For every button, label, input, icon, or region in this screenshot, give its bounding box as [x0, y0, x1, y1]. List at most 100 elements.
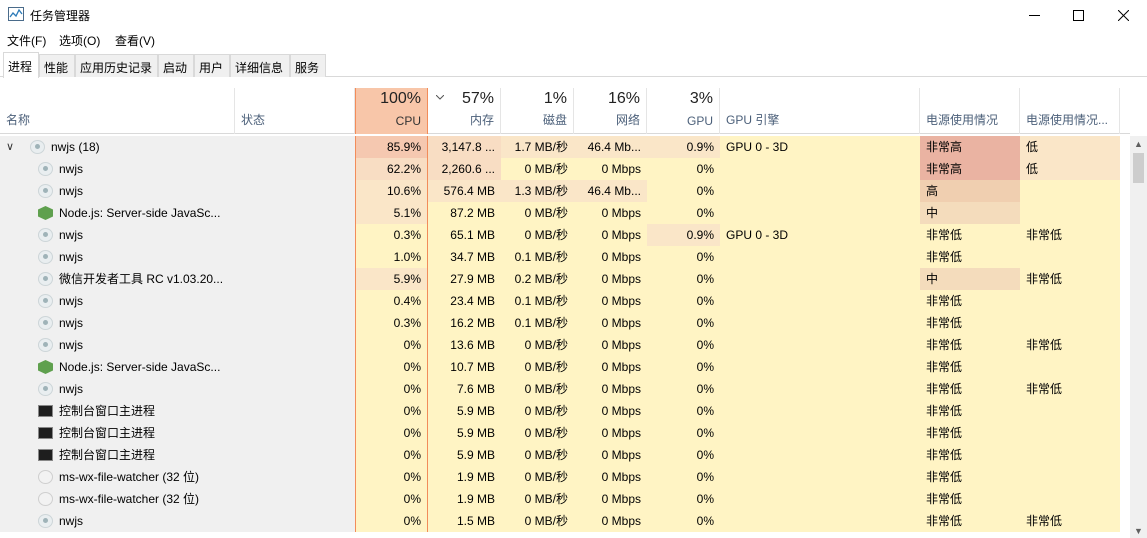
process-name-cell: nwjs	[0, 510, 235, 532]
scroll-up-arrow-icon[interactable]: ▲	[1134, 139, 1143, 149]
process-row[interactable]: Node.js: Server-side JavaSc... 5.1% 87.2 M…	[0, 202, 1130, 224]
tab-performance[interactable]: 性能	[39, 54, 75, 77]
nwjs-icon	[38, 162, 53, 176]
tab-services[interactable]: 服务	[290, 54, 326, 77]
process-row[interactable]: nwjs 0.3% 16.2 MB 0.1 MB/秒 0 Mbps 0% 非常低	[0, 312, 1130, 334]
process-row[interactable]: ∨ nwjs (18) 85.9% 3,147.8 ... 1.7 MB/秒 46.4 M…	[0, 136, 1130, 158]
process-row[interactable]: nwjs 0.3% 65.1 MB 0 MB/秒 0 Mbps 0.9% GPU 0 - 3…	[0, 224, 1130, 246]
header-gpu-engine[interactable]: GPU 引擎	[720, 88, 920, 134]
process-row[interactable]: 控制台窗口主进程 0% 5.9 MB 0 MB/秒 0 Mbps 0% 非常低	[0, 400, 1130, 422]
tab-users[interactable]: 用户	[194, 54, 230, 77]
process-name: nwjs	[59, 228, 84, 242]
process-power-trend	[1020, 180, 1120, 202]
header-network[interactable]: 16% 网络	[574, 88, 647, 134]
process-network: 0 Mbps	[574, 290, 647, 312]
vertical-scrollbar[interactable]: ▲ ▼	[1130, 136, 1147, 538]
process-gpu: 0%	[647, 378, 720, 400]
process-name-cell: nwjs	[0, 290, 235, 312]
process-gpu-engine	[720, 378, 920, 400]
process-name-cell: nwjs	[0, 246, 235, 268]
header-name[interactable]: 名称	[0, 88, 235, 134]
process-network: 0 Mbps	[574, 202, 647, 224]
process-power: 非常低	[920, 488, 1020, 510]
menu-options[interactable]: 选项(O)	[59, 32, 100, 49]
process-name-cell: 控制台窗口主进程	[0, 422, 235, 444]
process-memory: 23.4 MB	[428, 290, 501, 312]
process-row[interactable]: ms-wx-file-watcher (32 位) 0% 1.9 MB 0 MB/秒 0…	[0, 466, 1130, 488]
process-row[interactable]: 控制台窗口主进程 0% 5.9 MB 0 MB/秒 0 Mbps 0% 非常低	[0, 444, 1130, 466]
tab-details[interactable]: 详细信息	[230, 54, 290, 77]
process-cpu: 10.6%	[355, 180, 428, 202]
header-gpu[interactable]: 3% GPU	[647, 88, 720, 134]
process-name: nwjs	[59, 250, 84, 264]
header-power-trend[interactable]: 电源使用情况...	[1020, 88, 1120, 134]
process-disk: 1.3 MB/秒	[501, 180, 574, 202]
nwjs-icon	[38, 338, 53, 352]
maximize-button[interactable]	[1055, 0, 1101, 30]
process-disk: 0 MB/秒	[501, 202, 574, 224]
process-row[interactable]: 微信开发者工具 RC v1.03.20... 5.9% 27.9 MB 0.2 MB/…	[0, 268, 1130, 290]
process-network: 0 Mbps	[574, 510, 647, 532]
scroll-down-arrow-icon[interactable]: ▼	[1134, 526, 1143, 536]
process-status-cell	[235, 400, 355, 422]
process-memory: 576.4 MB	[428, 180, 501, 202]
process-gpu-engine	[720, 444, 920, 466]
process-name-cell: Node.js: Server-side JavaSc...	[0, 356, 235, 378]
menu-file[interactable]: 文件(F)	[7, 32, 46, 49]
process-network: 0 Mbps	[574, 444, 647, 466]
process-row[interactable]: nwjs 0% 13.6 MB 0 MB/秒 0 Mbps 0% 非常低 非常低	[0, 334, 1130, 356]
scroll-thumb[interactable]	[1133, 153, 1144, 183]
process-status-cell	[235, 224, 355, 246]
process-row[interactable]: nwjs 1.0% 34.7 MB 0.1 MB/秒 0 Mbps 0% 非常低	[0, 246, 1130, 268]
expand-chevron-icon[interactable]: ∨	[6, 136, 14, 158]
process-gpu: 0%	[647, 246, 720, 268]
process-memory: 1.5 MB	[428, 510, 501, 532]
process-name: nwjs	[59, 316, 84, 330]
close-button[interactable]	[1100, 0, 1146, 30]
process-disk: 0 MB/秒	[501, 444, 574, 466]
watcher-icon	[38, 470, 53, 484]
tab-processes[interactable]: 进程	[3, 52, 39, 78]
process-status-cell	[235, 180, 355, 202]
process-network: 0 Mbps	[574, 378, 647, 400]
process-row[interactable]: nwjs 0% 7.6 MB 0 MB/秒 0 Mbps 0% 非常低 非常低	[0, 378, 1130, 400]
header-memory[interactable]: 57% 内存	[428, 88, 501, 134]
process-power-trend: 非常低	[1020, 510, 1120, 532]
tab-app-history[interactable]: 应用历史记录	[75, 54, 158, 77]
title-bar[interactable]: 任务管理器	[0, 0, 1147, 30]
nwjs-icon	[38, 250, 53, 264]
header-power[interactable]: 电源使用情况	[920, 88, 1020, 134]
process-row[interactable]: nwjs 10.6% 576.4 MB 1.3 MB/秒 46.4 Mb... 0% 高	[0, 180, 1130, 202]
menu-view[interactable]: 查看(V)	[115, 32, 155, 49]
process-gpu: 0%	[647, 444, 720, 466]
process-row[interactable]: 控制台窗口主进程 0% 5.9 MB 0 MB/秒 0 Mbps 0% 非常低	[0, 422, 1130, 444]
process-row[interactable]: nwjs 62.2% 2,260.6 ... 0 MB/秒 0 Mbps 0% 非常高低	[0, 158, 1130, 180]
process-name-cell: ms-wx-file-watcher (32 位)	[0, 488, 235, 510]
tab-startup[interactable]: 启动	[158, 54, 194, 77]
process-cpu: 0.3%	[355, 312, 428, 334]
header-cpu[interactable]: 100% CPU	[355, 88, 428, 134]
process-row[interactable]: ms-wx-file-watcher (32 位) 0% 1.9 MB 0 MB/秒 0…	[0, 488, 1130, 510]
process-name-cell: 控制台窗口主进程	[0, 400, 235, 422]
header-disk[interactable]: 1% 磁盘	[501, 88, 574, 134]
header-status[interactable]: 状态	[235, 88, 355, 134]
process-name: Node.js: Server-side JavaSc...	[59, 206, 221, 220]
minimize-button[interactable]	[1011, 0, 1057, 30]
process-gpu-engine	[720, 290, 920, 312]
process-power: 非常高	[920, 136, 1020, 158]
process-gpu-engine	[720, 466, 920, 488]
header-gpu-label: GPU	[686, 114, 713, 128]
process-row[interactable]: Node.js: Server-side JavaSc... 0% 10.7 MB 0…	[0, 356, 1130, 378]
process-row[interactable]: nwjs 0% 1.5 MB 0 MB/秒 0 Mbps 0% 非常低 非常低	[0, 510, 1130, 532]
process-row[interactable]: nwjs 0.4% 23.4 MB 0.1 MB/秒 0 Mbps 0% 非常低	[0, 290, 1130, 312]
window-title: 任务管理器	[30, 9, 91, 23]
process-network: 0 Mbps	[574, 158, 647, 180]
process-gpu: 0%	[647, 466, 720, 488]
process-gpu: 0%	[647, 202, 720, 224]
process-disk: 0 MB/秒	[501, 158, 574, 180]
tab-bar: 进程 性能 应用历史记录 启动 用户 详细信息 服务	[0, 52, 1147, 78]
process-status-cell	[235, 202, 355, 224]
process-gpu-engine	[720, 334, 920, 356]
process-gpu: 0%	[647, 334, 720, 356]
process-network: 0 Mbps	[574, 268, 647, 290]
